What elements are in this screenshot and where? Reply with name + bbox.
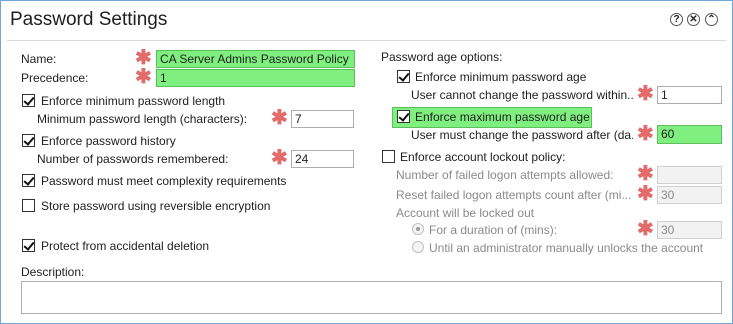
lockout-label: Enforce account lockout policy: (400, 150, 566, 164)
protect-checkbox[interactable] (22, 239, 35, 252)
title-bar: Password Settings ? ✕ ⌃ (1, 1, 732, 41)
enforce-history-checkbox[interactable] (22, 134, 35, 147)
password-settings-window: Password Settings ? ✕ ⌃ Name: ✱ CA Serve… (0, 0, 733, 324)
min-age-field[interactable]: 1 (657, 86, 722, 104)
close-icon[interactable]: ✕ (687, 13, 700, 26)
enforce-max-age-checkbox[interactable] (397, 110, 410, 123)
name-label: Name: (21, 52, 57, 66)
enforce-max-age-label: Enforce maximum password age (415, 110, 590, 124)
locked-out-label: Account will be locked out (396, 206, 535, 220)
enforce-min-length-checkbox[interactable] (22, 94, 35, 107)
complexity-checkbox[interactable] (22, 174, 35, 187)
required-icon: ✱ (135, 66, 152, 88)
reset-count-field[interactable]: 30 (657, 186, 722, 204)
max-age-label: User must change the password after (da.… (411, 128, 633, 142)
enforce-history-label: Enforce password history (41, 134, 176, 148)
enforce-min-length-label: Enforce minimum password length (41, 94, 226, 108)
complexity-label: Password must meet complexity requiremen… (41, 174, 287, 188)
duration-label: For a duration of (mins): (429, 223, 558, 237)
description-field[interactable] (21, 281, 722, 314)
min-age-label: User cannot change the password within..… (411, 88, 633, 102)
name-field[interactable]: CA Server Admins Password Policy (156, 50, 355, 68)
required-icon: ✱ (637, 83, 654, 105)
title-divider (7, 40, 726, 41)
precedence-label: Precedence: (21, 71, 89, 85)
reversible-label: Store password using reversible encrypti… (41, 199, 271, 213)
required-icon: ✱ (271, 107, 288, 129)
remembered-field[interactable]: 24 (291, 150, 354, 168)
required-icon: ✱ (135, 47, 152, 69)
min-length-label: Minimum password length (characters): (37, 112, 248, 126)
duration-field[interactable]: 30 (657, 221, 722, 239)
duration-radio[interactable] (412, 223, 424, 235)
until-admin-label: Until an administrator manually unlocks … (429, 241, 704, 255)
description-label: Description: (21, 265, 85, 279)
remembered-label: Number of passwords remembered: (37, 152, 229, 166)
protect-label: Protect from accidental deletion (41, 239, 210, 253)
help-icon[interactable]: ? (670, 13, 683, 26)
failed-attempts-label: Number of failed logon attempts allowed: (396, 168, 614, 182)
required-icon: ✱ (637, 163, 654, 185)
required-icon: ✱ (637, 183, 654, 205)
until-admin-radio[interactable] (412, 241, 424, 253)
collapse-icon[interactable]: ⌃ (705, 13, 718, 26)
age-options-label: Password age options: (381, 50, 503, 64)
precedence-field[interactable]: 1 (156, 69, 355, 87)
reset-count-label: Reset failed logon attempts count after … (396, 188, 632, 202)
enforce-min-age-label: Enforce minimum password age (415, 70, 587, 84)
window-title: Password Settings (10, 9, 168, 30)
min-length-field[interactable]: 7 (291, 110, 354, 128)
required-icon: ✱ (271, 147, 288, 169)
required-icon: ✱ (637, 123, 654, 145)
required-icon: ✱ (637, 218, 654, 240)
enforce-min-age-checkbox[interactable] (397, 70, 410, 83)
failed-attempts-field[interactable] (657, 166, 722, 184)
lockout-checkbox[interactable] (382, 150, 395, 163)
max-age-field[interactable]: 60 (657, 125, 722, 144)
reversible-checkbox[interactable] (22, 199, 35, 212)
